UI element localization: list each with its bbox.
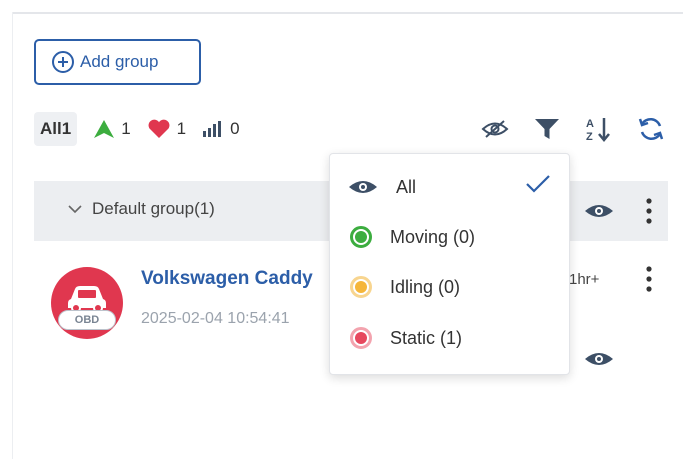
left-divider [12,12,13,459]
svg-text:Z: Z [586,131,593,143]
filter-all-label: All [40,119,62,138]
filter-all-count: 1 [61,119,72,138]
list-tools: A Z [480,114,666,144]
filter-favorite-count: 1 [176,119,187,138]
refresh-icon [638,117,664,141]
menu-item-label: Idling (0) [390,276,461,297]
checkmark-icon [526,175,550,193]
vehicle-timestamp: 2025-02-04 10:54:41 [141,310,290,327]
eye-off-icon [481,120,509,138]
group-visibility-button[interactable] [584,201,614,226]
svg-text:A: A [586,118,594,130]
vehicle-more-button[interactable] [644,265,654,298]
vehicle-visibility-button[interactable] [584,349,614,374]
chevron-down-icon [68,205,82,214]
eye-icon [349,181,377,193]
menu-item-label: All [396,176,417,197]
group-title[interactable]: Default group(1) [68,199,215,219]
vehicle-name[interactable]: Volkswagen Caddy [141,268,326,290]
static-status-dot-icon [350,327,372,349]
sort-button[interactable]: A Z [584,114,614,144]
more-vertical-icon [646,266,652,292]
hide-toggle-button[interactable] [480,114,510,144]
status-filter-bar: All1 1 1 0 [34,110,240,148]
sort-icon: A Z [586,118,610,143]
refresh-button[interactable] [636,114,666,144]
idling-status-dot-icon [350,276,372,298]
moving-status-dot-icon [350,226,372,248]
heart-icon [148,119,170,138]
filter-signal[interactable]: 0 [202,119,240,139]
more-vertical-icon [646,198,652,224]
menu-item-idling[interactable]: Idling (0) [350,272,460,302]
signal-bars-icon [203,121,222,137]
filter-signal-count: 0 [230,119,240,138]
vehicle-duration: 1hr+ [569,271,600,288]
moving-arrow-icon [94,120,115,138]
group-name: Default group(1) [92,199,215,218]
filter-moving-count: 1 [121,119,131,138]
filter-funnel-icon [535,119,559,139]
plus-circle-icon [52,51,74,73]
eye-icon [585,353,613,365]
menu-item-label: Moving (0) [390,226,476,247]
filter-favorite[interactable]: 1 [147,119,186,139]
top-divider [12,12,683,14]
filter-all[interactable]: All1 [34,112,78,146]
filter-button[interactable] [532,114,562,144]
group-more-button[interactable] [644,197,654,230]
filter-moving[interactable]: 1 [93,119,131,139]
obd-badge: OBD [58,310,116,330]
add-group-label: Add group [80,52,159,71]
add-group-button[interactable]: Add group [34,39,201,85]
menu-item-all[interactable]: All [348,172,416,202]
status-filter-menu: All Moving (0) Idling (0) Static (1) [329,153,570,375]
menu-item-static[interactable]: Static (1) [350,323,462,353]
eye-icon [585,205,613,217]
menu-item-label: Static (1) [390,327,463,348]
menu-item-moving[interactable]: Moving (0) [350,222,475,252]
